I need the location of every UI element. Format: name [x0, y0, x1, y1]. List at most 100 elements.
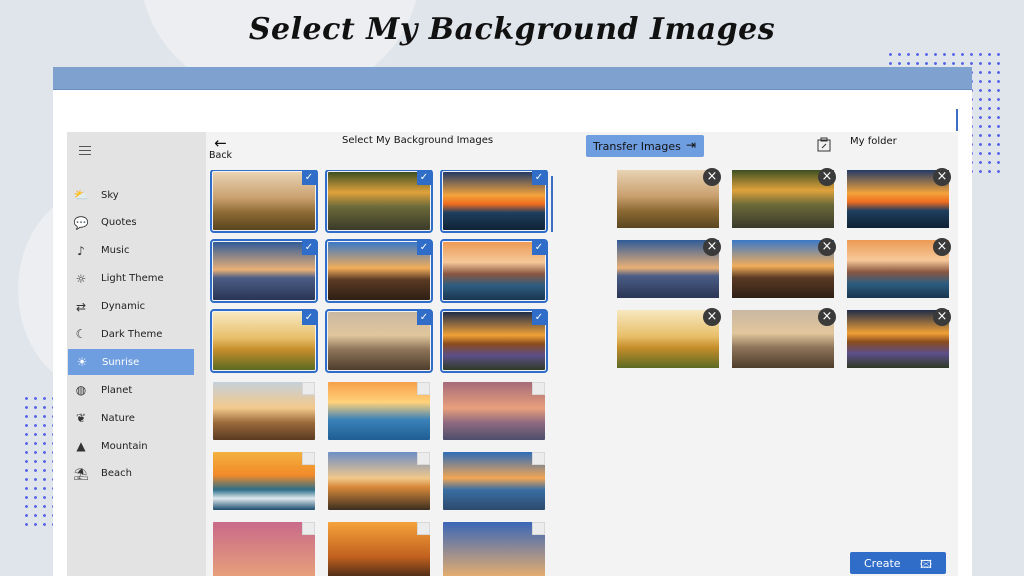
image-thumbnail[interactable] [213, 452, 315, 510]
leaf-icon: ❦ [75, 411, 87, 426]
remove-icon[interactable]: × [818, 168, 836, 186]
folder-grid: × × × × × × × × × [617, 168, 957, 368]
image-thumbnail[interactable] [328, 382, 430, 440]
folder-thumbnail[interactable]: × [847, 308, 951, 368]
remove-icon[interactable]: × [933, 168, 951, 186]
image-thumbnail[interactable]: ✓ [210, 239, 318, 303]
sidebar-item-label: Beach [101, 468, 132, 480]
image-thumbnail[interactable]: ✓ [210, 309, 318, 373]
main-panel: ← Back Select My Background Images Trans… [206, 132, 958, 576]
remove-icon[interactable]: × [703, 308, 721, 326]
image-thumbnail[interactable] [213, 522, 315, 576]
checkbox[interactable] [417, 452, 430, 465]
checkbox[interactable] [302, 522, 315, 535]
image-thumbnail[interactable]: ✓ [210, 170, 318, 233]
checkmark-icon[interactable]: ✓ [417, 241, 431, 255]
image-thumbnail[interactable]: ✓ [440, 170, 548, 233]
remove-icon[interactable]: × [933, 308, 951, 326]
checkmark-icon[interactable]: ✓ [302, 311, 316, 325]
checkbox[interactable] [417, 522, 430, 535]
folder-edit-icon[interactable] [817, 137, 832, 152]
transfer-images-button[interactable]: Transfer Images ⇥ [586, 135, 704, 157]
back-button[interactable]: ← Back [209, 134, 233, 162]
sidebar-item-label: Sunrise [102, 356, 140, 368]
sidebar-item-label: Dark Theme [101, 328, 163, 340]
remove-icon[interactable]: × [703, 238, 721, 256]
remove-icon[interactable]: × [933, 238, 951, 256]
sidebar-nav: ⛅ Sky 💬 Quotes ♪ Music ☼ Light Theme ⇄ Dynamic ☾ Da… [67, 182, 206, 489]
mountain-icon: ▲ [76, 439, 86, 454]
checkmark-icon[interactable]: ✓ [532, 311, 546, 325]
checkbox[interactable] [532, 452, 545, 465]
image-thumbnail[interactable]: ✓ [440, 309, 548, 373]
beach-icon: ⛱ [73, 466, 89, 481]
folder-thumbnail[interactable]: × [847, 238, 951, 298]
image-thumbnail[interactable] [213, 382, 315, 440]
dynamic-icon: ⇄ [75, 299, 87, 314]
sidebar-item-label: Dynamic [101, 301, 146, 313]
sidebar-item-label: Nature [101, 412, 135, 424]
image-thumbnail[interactable]: ✓ [325, 239, 433, 303]
title-bar [53, 67, 972, 90]
window-scrollbar[interactable] [956, 109, 958, 131]
checkbox[interactable] [532, 382, 545, 395]
create-label: Create [864, 556, 901, 570]
sun-icon: ☼ [75, 271, 87, 286]
folder-thumbnail[interactable]: × [732, 308, 836, 368]
sidebar-item-planet[interactable]: ◍ Planet [67, 377, 206, 403]
sidebar-item-sky[interactable]: ⛅ Sky [67, 182, 206, 208]
checkbox[interactable] [532, 522, 545, 535]
folder-thumbnail[interactable]: × [732, 168, 836, 228]
image-thumbnail[interactable] [443, 452, 545, 510]
transfer-icon: ⇥ [685, 138, 696, 152]
back-arrow-icon: ← [214, 134, 227, 152]
page-title: Select My Background Images [342, 135, 494, 146]
app-window: ⛅ Sky 💬 Quotes ♪ Music ☼ Light Theme ⇄ Dynamic ☾ Da… [53, 67, 972, 576]
folder-thumbnail[interactable]: × [617, 308, 721, 368]
remove-icon[interactable]: × [703, 168, 721, 186]
sidebar-item-dark-theme[interactable]: ☾ Dark Theme [67, 321, 206, 347]
app-content: ⛅ Sky 💬 Quotes ♪ Music ☼ Light Theme ⇄ Dynamic ☾ Da… [67, 132, 958, 576]
checkbox[interactable] [302, 452, 315, 465]
sidebar-item-dynamic[interactable]: ⇄ Dynamic [67, 294, 206, 320]
folder-thumbnail[interactable]: × [617, 238, 721, 298]
sidebar-item-music[interactable]: ♪ Music [67, 238, 206, 264]
sidebar-item-nature[interactable]: ❦ Nature [67, 405, 206, 431]
sidebar-item-label: Mountain [101, 440, 148, 452]
checkbox[interactable] [417, 382, 430, 395]
image-thumbnail[interactable] [328, 452, 430, 510]
sidebar-item-light-theme[interactable]: ☼ Light Theme [67, 266, 206, 292]
sunrise-icon: ☀ [76, 355, 88, 370]
grid-scrollbar[interactable] [551, 176, 553, 232]
add-image-icon: 🖾 [920, 558, 932, 571]
image-thumbnail[interactable]: ✓ [440, 239, 548, 303]
image-thumbnail[interactable] [443, 382, 545, 440]
sidebar-item-label: Planet [101, 384, 133, 396]
checkmark-icon[interactable]: ✓ [417, 171, 431, 185]
folder-thumbnail[interactable]: × [732, 238, 836, 298]
sidebar-item-mountain[interactable]: ▲ Mountain [67, 433, 206, 459]
checkmark-icon[interactable]: ✓ [532, 171, 546, 185]
sidebar-item-sunrise[interactable]: ☀ Sunrise [68, 349, 194, 376]
checkmark-icon[interactable]: ✓ [417, 311, 431, 325]
sidebar-item-quotes[interactable]: 💬 Quotes [67, 210, 206, 236]
checkmark-icon[interactable]: ✓ [302, 241, 316, 255]
checkmark-icon[interactable]: ✓ [302, 171, 316, 185]
folder-thumbnail[interactable]: × [617, 168, 721, 228]
hamburger-menu-icon[interactable] [79, 146, 91, 156]
image-thumbnail[interactable]: ✓ [325, 170, 433, 233]
image-thumbnail[interactable] [328, 522, 430, 576]
image-thumbnail[interactable] [443, 522, 545, 576]
remove-icon[interactable]: × [818, 238, 836, 256]
sidebar-item-label: Sky [101, 189, 119, 201]
create-button[interactable]: Create 🖾 [850, 552, 946, 574]
moon-icon: ☾ [75, 327, 87, 342]
back-label: Back [209, 150, 233, 161]
image-thumbnail[interactable]: ✓ [325, 309, 433, 373]
sidebar-item-beach[interactable]: ⛱ Beach [67, 461, 206, 487]
folder-thumbnail[interactable]: × [847, 168, 951, 228]
checkbox[interactable] [302, 382, 315, 395]
remove-icon[interactable]: × [818, 308, 836, 326]
checkmark-icon[interactable]: ✓ [532, 241, 546, 255]
decorative-dots [22, 394, 54, 526]
